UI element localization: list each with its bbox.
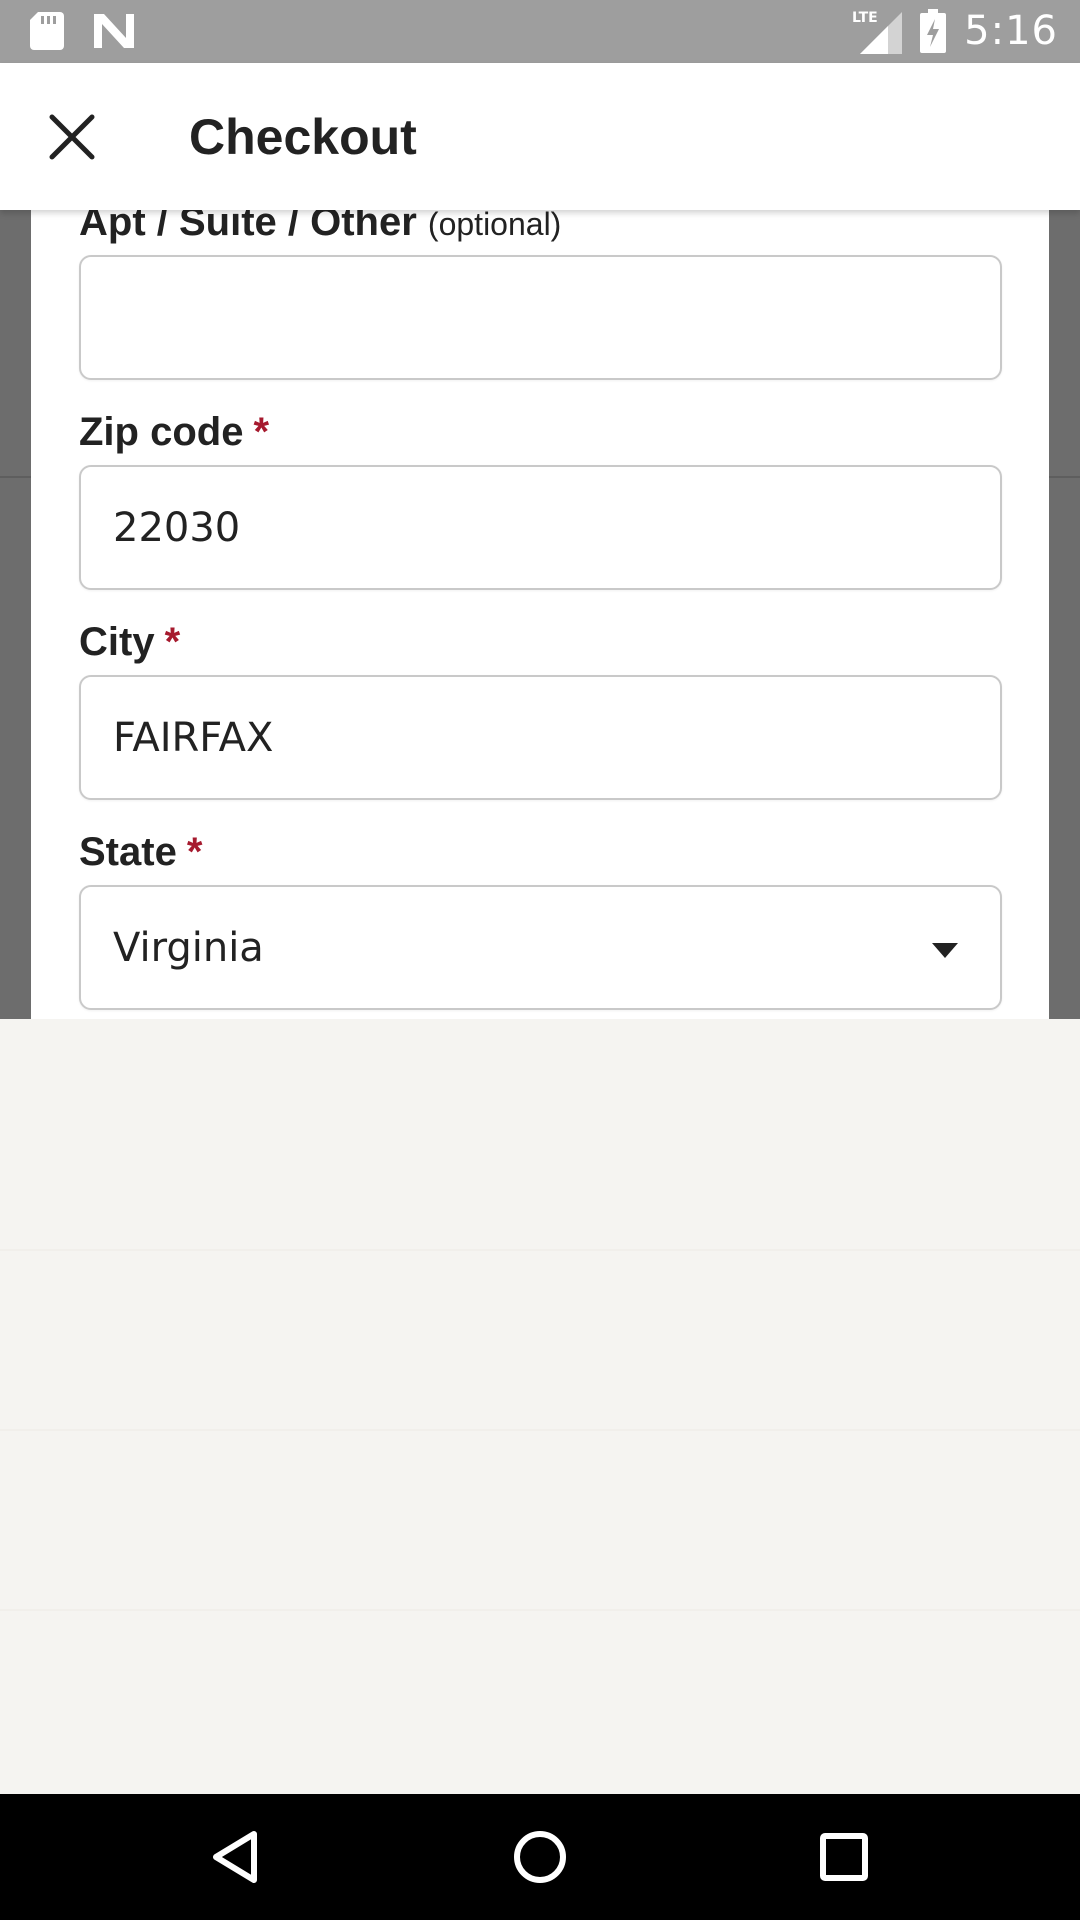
sd-card-icon bbox=[30, 12, 64, 50]
n-notification-icon bbox=[94, 14, 134, 48]
status-time: 5:16 bbox=[964, 8, 1058, 54]
apt-input[interactable] bbox=[79, 255, 1002, 380]
state-label: State * bbox=[79, 830, 202, 875]
battery-charging-icon bbox=[920, 9, 947, 53]
city-input[interactable]: FAIRFAX bbox=[79, 675, 1002, 800]
close-icon bbox=[49, 114, 95, 160]
back-icon bbox=[213, 1831, 257, 1883]
keyboard-row-divider bbox=[0, 1249, 1080, 1251]
required-mark: * bbox=[186, 830, 203, 874]
city-label-text: City bbox=[79, 620, 155, 664]
apt-optional-text: (optional) bbox=[427, 206, 562, 242]
close-button[interactable] bbox=[40, 105, 104, 169]
navigation-bar bbox=[0, 1794, 1080, 1920]
zip-input[interactable]: 22030 bbox=[79, 465, 1002, 590]
zip-label-text: Zip code bbox=[79, 410, 244, 454]
app-header bbox=[0, 63, 1080, 210]
zip-label: Zip code * bbox=[79, 410, 269, 455]
home-icon bbox=[514, 1831, 566, 1883]
recents-button[interactable] bbox=[809, 1822, 879, 1892]
recents-icon bbox=[820, 1833, 868, 1881]
lte-label: LTE bbox=[852, 10, 878, 26]
status-right-icons: LTE 5:16 bbox=[852, 8, 1058, 54]
required-mark: * bbox=[253, 410, 270, 454]
status-bar: LTE 5:16 bbox=[0, 0, 1080, 63]
state-select[interactable]: Virginia bbox=[79, 885, 1002, 1010]
status-left-icons bbox=[30, 12, 134, 50]
back-button[interactable] bbox=[200, 1822, 270, 1892]
lte-signal-icon: LTE bbox=[852, 10, 903, 54]
keyboard-row-divider bbox=[0, 1609, 1080, 1611]
keyboard-area bbox=[0, 1019, 1080, 1794]
home-button[interactable] bbox=[505, 1822, 575, 1892]
state-select-value: Virginia bbox=[113, 924, 264, 971]
state-label-text: State bbox=[79, 830, 177, 874]
page-title: Checkout bbox=[189, 109, 417, 165]
required-mark: * bbox=[164, 620, 181, 664]
keyboard-row-divider bbox=[0, 1429, 1080, 1431]
dropdown-arrow-icon bbox=[932, 943, 958, 958]
city-label: City * bbox=[79, 620, 180, 665]
